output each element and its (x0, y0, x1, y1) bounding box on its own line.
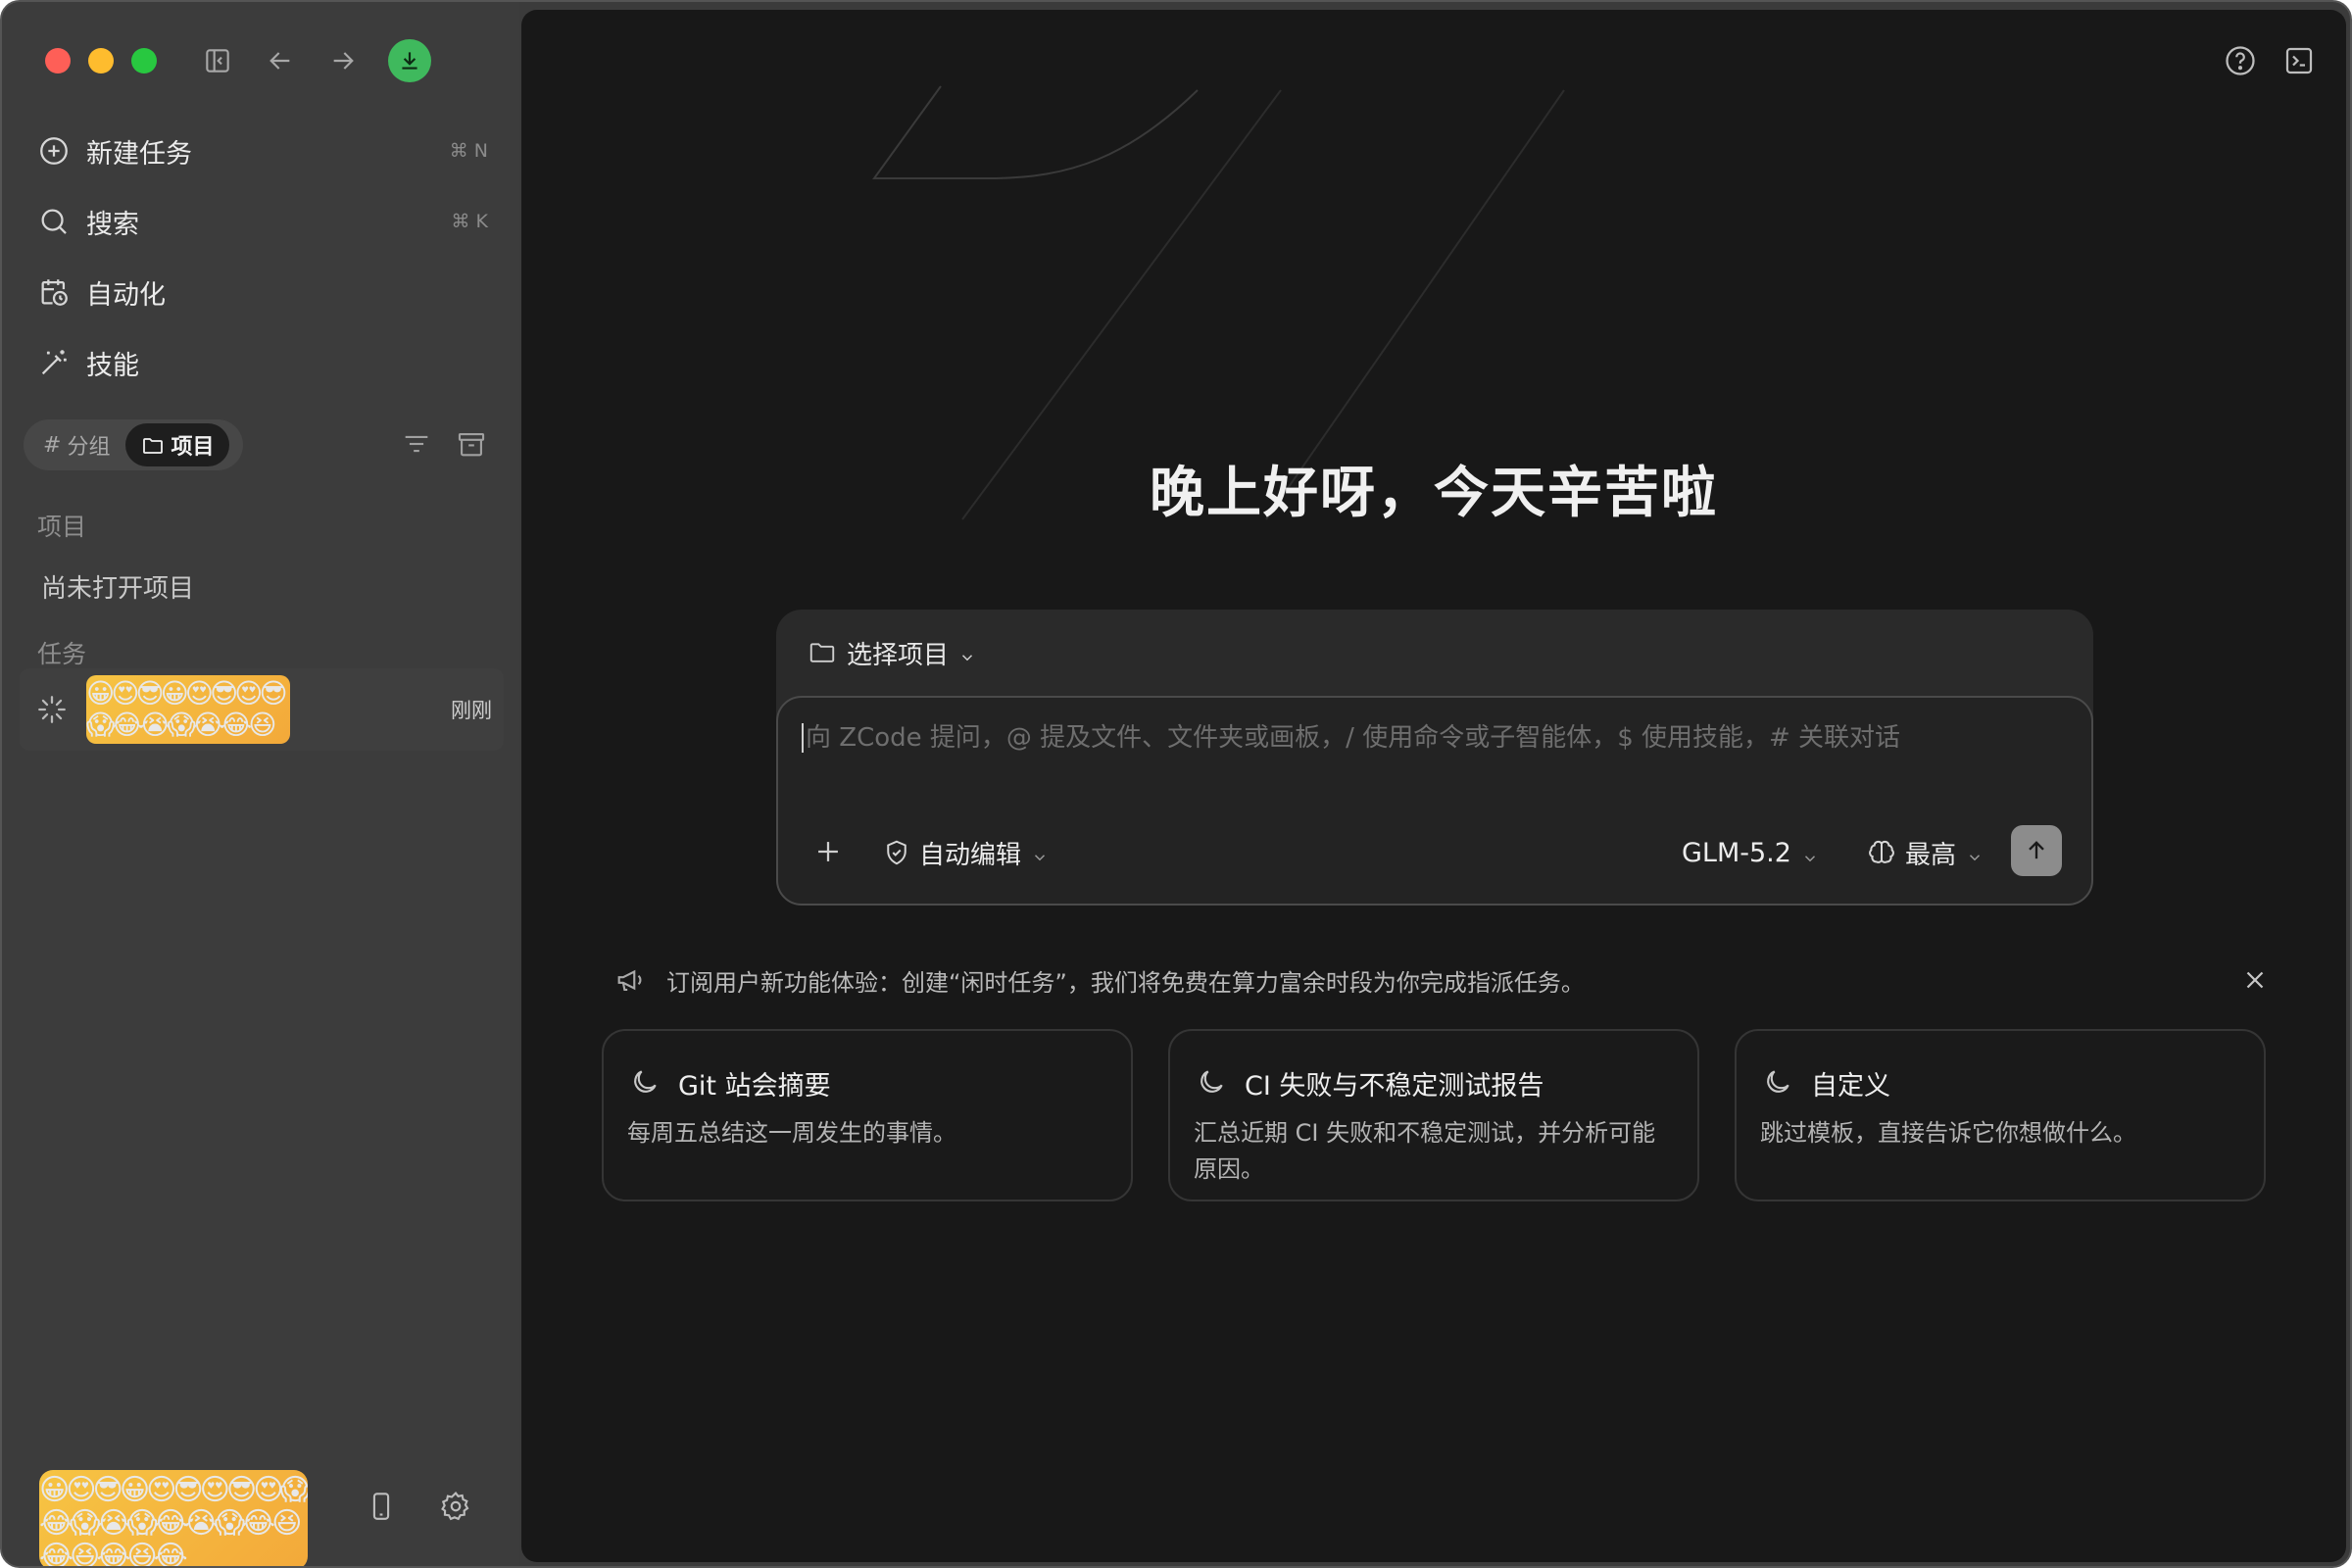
moon-icon (1196, 1066, 1227, 1098)
back-arrow-icon[interactable] (265, 45, 296, 76)
new-task-shortcut: ⌘ N (449, 140, 488, 162)
app-window: 新建任务 ⌘ N 搜索 ⌘ K 自动化 技能 # 分组 项目 项目 尚未打开项目… (0, 0, 2352, 1568)
search-label: 搜索 (86, 209, 139, 240)
filter-icon[interactable] (400, 427, 433, 461)
empty-projects-text: 尚未打开项目 (41, 574, 195, 604)
composer: 选择项目 自动编辑 GLM-5.2 (776, 610, 2093, 906)
card-title: 自定义 (1811, 1071, 1890, 1102)
sidebar-toggle-icon[interactable] (202, 45, 233, 76)
folder-icon (141, 433, 165, 458)
main-panel: 晚上好呀，今天辛苦啦 选择项目 自动编辑 GLM-5.2 (521, 10, 2346, 1562)
background-decoration (872, 85, 1565, 520)
card-description: 跳过模板，直接告诉它你想做什么。 (1760, 1119, 2136, 1147)
attach-button[interactable] (811, 835, 845, 868)
automation-label: 自动化 (86, 279, 166, 311)
arrow-up-icon (2029, 841, 2044, 859)
hash-icon: # (43, 432, 62, 458)
projects-section-label: 项目 (37, 513, 87, 541)
project-picker[interactable]: 选择项目 (808, 633, 976, 672)
projects-tab-label: 项目 (171, 435, 215, 460)
megaphone-icon (613, 963, 647, 997)
archive-icon[interactable] (455, 427, 488, 461)
download-button[interactable] (388, 39, 431, 82)
search-icon (37, 205, 71, 238)
template-card-ci-report[interactable]: CI 失败与不稳定测试报告 汇总近期 CI 失败和不稳定测试，并分析可能原因。 (1168, 1029, 1699, 1201)
sidebar: 新建任务 ⌘ N 搜索 ⌘ K 自动化 技能 # 分组 项目 项目 尚未打开项目… (2, 2, 519, 1566)
search-nav-item[interactable]: 搜索 ⌘ K (37, 194, 488, 249)
search-shortcut: ⌘ K (451, 211, 489, 232)
automation-nav-item[interactable]: 自动化 (37, 265, 488, 319)
task-thumbnail: 😀😍😎😀😍😎😍😎😱😂😭😱😭😂😆 (86, 675, 290, 744)
card-title: CI 失败与不稳定测试报告 (1245, 1071, 1544, 1102)
plus-icon (818, 842, 838, 861)
template-card-custom[interactable]: 自定义 跳过模板，直接告诉它你想做什么。 (1735, 1029, 2266, 1201)
chevron-down-icon (1966, 844, 1984, 861)
view-segmented-control: # 分组 项目 (24, 419, 243, 470)
tasks-section-label: 任务 (37, 640, 87, 668)
card-description: 每周五总结这一周发生的事情。 (627, 1119, 956, 1147)
moon-icon (629, 1066, 661, 1098)
project-picker-label: 选择项目 (847, 640, 950, 670)
brain-icon (1869, 840, 1894, 863)
edit-mode-label: 自动编辑 (919, 840, 1022, 870)
reasoning-effort-label: 最高 (1905, 840, 1957, 870)
task-timestamp: 刚刚 (451, 699, 492, 722)
new-task-label: 新建任务 (86, 138, 192, 170)
chevron-down-icon (958, 644, 976, 662)
send-button[interactable] (2011, 825, 2062, 876)
minimize-window-button[interactable] (88, 48, 114, 74)
shield-icon (887, 840, 906, 865)
template-cards: Git 站会摘要 每周五总结这一周发生的事情。 CI 失败与不稳定测试报告 汇总… (602, 1029, 2268, 1205)
announcement-banner: 订阅用户新功能体验：创建“闲时任务”，我们将免费在算力富余时段为你完成指派任务。 (613, 956, 2270, 1004)
card-description: 汇总近期 CI 失败和不稳定测试，并分析可能原因。 (1194, 1119, 1656, 1183)
card-title: Git 站会摘要 (678, 1071, 831, 1102)
close-icon[interactable] (2240, 965, 2270, 995)
avatar[interactable]: 😀😍😎😀😍😎😍😎😍😱😂😱😭😱😂😭😱😂😆😂😆😂😆😂 (39, 1470, 308, 1566)
close-window-button[interactable] (45, 48, 71, 74)
skills-nav-item[interactable]: 技能 (37, 335, 488, 390)
chevron-down-icon (1031, 844, 1049, 861)
magic-wand-icon (37, 346, 71, 379)
moon-icon (1762, 1066, 1793, 1098)
task-list-item[interactable]: 😀😍😎😀😍😎😍😎😱😂😭😱😭😂😆 刚刚 (20, 668, 504, 751)
model-label: GLM-5.2 (1682, 837, 1791, 868)
spinner-icon (35, 693, 69, 726)
composer-input-box: 自动编辑 GLM-5.2 最高 (776, 696, 2093, 906)
forward-arrow-icon[interactable] (327, 45, 359, 76)
folder-icon (809, 643, 835, 662)
projects-tab[interactable]: 项目 (125, 423, 230, 466)
window-controls (45, 48, 157, 74)
groups-tab-label: 分组 (67, 435, 111, 460)
zoom-window-button[interactable] (131, 48, 157, 74)
reasoning-effort-dropdown[interactable]: 最高 (1866, 833, 1984, 872)
announcement-text: 订阅用户新功能体验：创建“闲时任务”，我们将免费在算力富余时段为你完成指派任务。 (666, 968, 1585, 997)
prompt-input[interactable] (802, 723, 2060, 753)
help-icon[interactable] (2223, 43, 2258, 78)
edit-mode-dropdown[interactable]: 自动编辑 (882, 833, 1049, 872)
download-icon (402, 52, 417, 70)
greeting-heading: 晚上好呀，今天辛苦啦 (1150, 462, 1718, 525)
template-card-git-standup[interactable]: Git 站会摘要 每周五总结这一周发生的事情。 (602, 1029, 1133, 1201)
phone-icon[interactable] (365, 1490, 398, 1523)
gear-icon[interactable] (439, 1490, 472, 1523)
terminal-icon[interactable] (2281, 43, 2317, 78)
calendar-clock-icon (37, 275, 71, 309)
chevron-down-icon (1801, 844, 1819, 862)
skills-label: 技能 (86, 350, 139, 381)
plus-circle-icon (37, 134, 71, 168)
groups-tab[interactable]: # 分组 (27, 423, 125, 466)
new-task-nav-item[interactable]: 新建任务 ⌘ N (37, 123, 488, 178)
model-dropdown[interactable]: GLM-5.2 (1682, 833, 1819, 872)
